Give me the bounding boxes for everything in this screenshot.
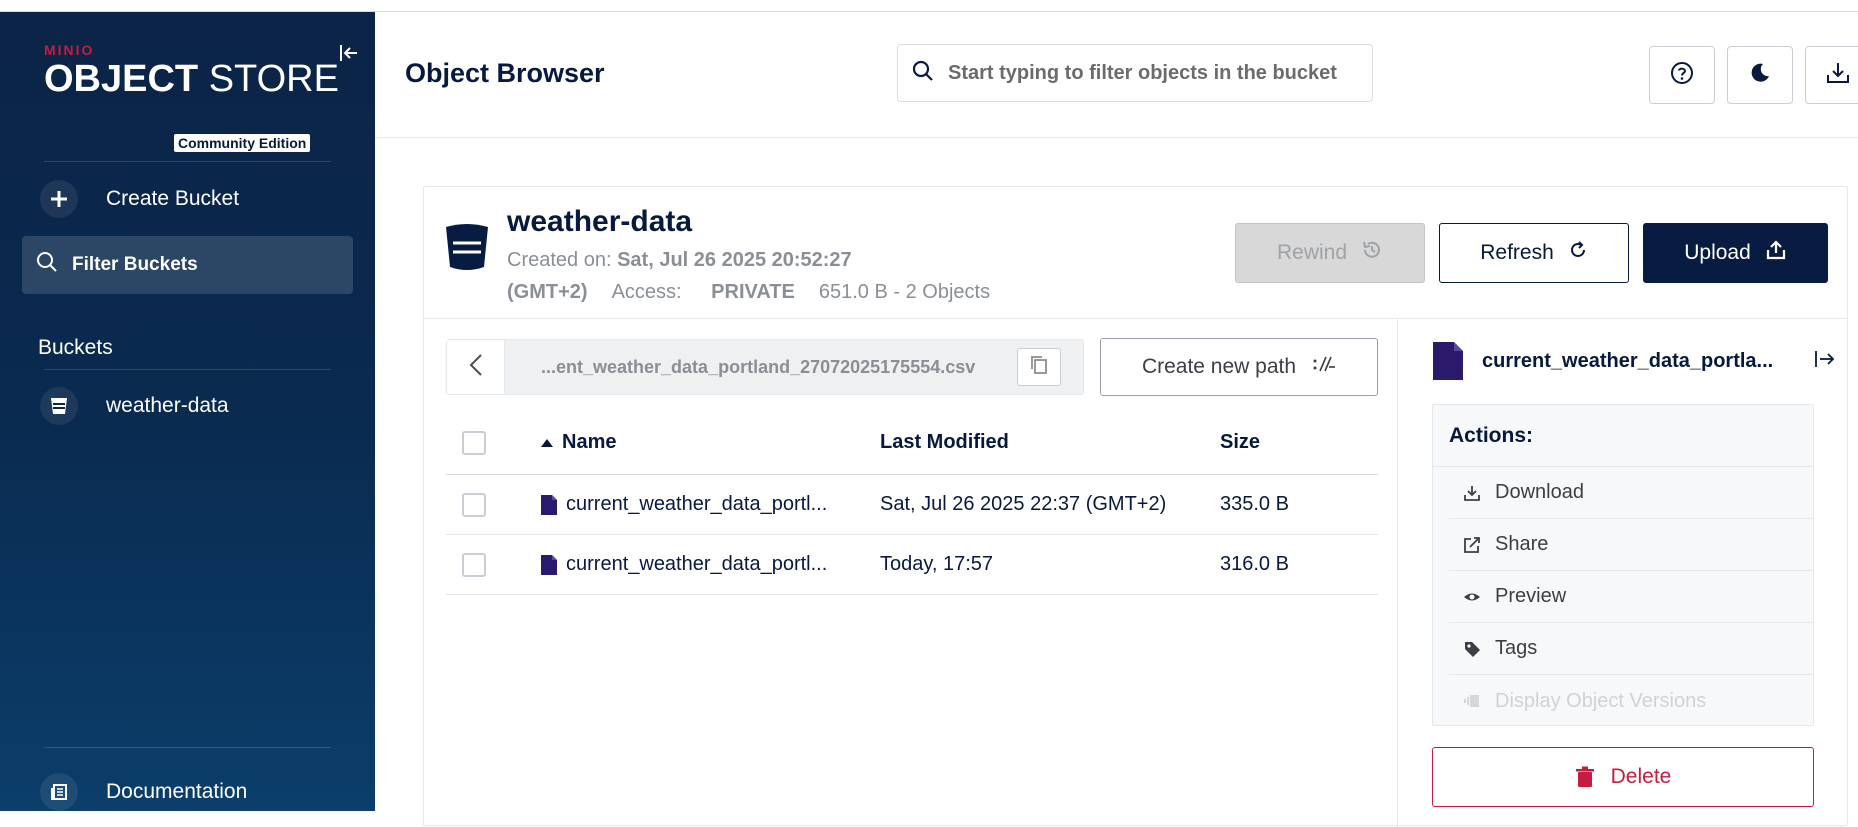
sidebar-item-documentation[interactable]: Documentation xyxy=(40,770,247,814)
download-tray-icon xyxy=(1825,60,1851,91)
file-icon xyxy=(541,494,557,515)
table-row[interactable]: current_weather_data_portl... Today, 17:… xyxy=(446,535,1378,595)
refresh-icon xyxy=(1568,240,1588,266)
object-details-title: current_weather_data_portla... xyxy=(1432,341,1773,381)
chevron-left-icon xyxy=(469,353,483,382)
tag-icon xyxy=(1465,641,1480,657)
object-search[interactable] xyxy=(897,44,1373,102)
object-details-panel: current_weather_data_portla... Actions: … xyxy=(1397,319,1849,827)
bucket-header: weather-data Created on: Sat, Jul 26 202… xyxy=(424,187,1847,319)
actions-box: Actions: Download Share Preview Tags Dis… xyxy=(1432,404,1814,726)
sidebar-divider xyxy=(44,747,331,748)
actions-heading: Actions: xyxy=(1433,405,1813,467)
close-details-icon[interactable] xyxy=(1814,349,1836,374)
sidebar-divider xyxy=(44,161,331,162)
object-size: 316.0 B xyxy=(1220,553,1289,575)
refresh-button[interactable]: Refresh xyxy=(1439,223,1629,283)
brand-logo: MINIO OBJECT STORE Community Edition xyxy=(44,42,339,152)
tags-action[interactable]: Tags xyxy=(1449,623,1813,675)
back-button[interactable] xyxy=(447,340,505,394)
current-path: ...ent_weather_data_portland_27072025175… xyxy=(505,340,1083,394)
brand-edition: Community Edition xyxy=(174,134,311,152)
collapse-sidebar-icon[interactable] xyxy=(338,42,360,64)
buckets-heading: Buckets xyxy=(38,336,113,359)
bucket-usage: 651.0 B - 2 Objects xyxy=(818,281,991,303)
plus-icon xyxy=(40,180,78,218)
upload-label: Upload xyxy=(1684,241,1751,264)
sidebar-item-weather-data[interactable]: weather-data xyxy=(40,384,229,428)
object-modified: Today, 17:57 xyxy=(880,553,994,575)
header: Object Browser xyxy=(375,12,1858,138)
search-icon xyxy=(36,251,58,279)
help-button[interactable] xyxy=(1649,46,1715,104)
versions-icon xyxy=(1464,695,1479,707)
filter-buckets-input[interactable]: Filter Buckets xyxy=(22,236,353,294)
page-title: Object Browser xyxy=(405,58,605,88)
document-icon xyxy=(40,773,78,811)
bucket-icon xyxy=(444,223,490,276)
top-strip xyxy=(0,0,1858,12)
search-input[interactable] xyxy=(948,61,1348,85)
file-icon xyxy=(1433,342,1463,380)
sort-asc-icon xyxy=(541,438,553,447)
access-value: PRIVATE xyxy=(711,281,795,303)
preview-action[interactable]: Preview xyxy=(1449,571,1813,623)
upload-icon xyxy=(1765,239,1787,267)
display-versions-action[interactable]: Display Object Versions xyxy=(1449,675,1813,727)
brand-minio: MINIO xyxy=(44,42,95,58)
new-folder-path-icon xyxy=(1312,355,1336,379)
eye-icon xyxy=(1464,593,1480,600)
sidebar-item-label: Documentation xyxy=(106,780,248,803)
object-modified: Sat, Jul 26 2025 22:37 (GMT+2) xyxy=(880,493,1167,515)
copy-icon xyxy=(1030,355,1048,380)
sidebar-divider xyxy=(44,369,331,370)
upload-button[interactable]: Upload xyxy=(1643,223,1828,283)
bucket-panel: weather-data Created on: Sat, Jul 26 202… xyxy=(423,186,1849,827)
table-row[interactable]: current_weather_data_portl... Sat, Jul 2… xyxy=(446,475,1378,535)
rewind-label: Rewind xyxy=(1276,241,1348,264)
theme-toggle-button[interactable] xyxy=(1727,46,1793,104)
access-label: Access: xyxy=(611,281,682,303)
downloads-button[interactable] xyxy=(1805,46,1858,104)
brand-object-store: OBJECT STORE xyxy=(44,58,339,100)
create-bucket-label: Create Bucket xyxy=(106,187,240,210)
moon-icon xyxy=(1748,61,1772,90)
row-checkbox[interactable] xyxy=(462,552,486,577)
select-all-checkbox[interactable] xyxy=(462,430,486,455)
column-name[interactable]: Name xyxy=(540,431,616,454)
bucket-timezone: (GMT+2) xyxy=(507,281,588,303)
create-new-path-label: Create new path xyxy=(1141,355,1297,378)
share-action[interactable]: Share xyxy=(1449,519,1813,571)
row-checkbox[interactable] xyxy=(462,492,486,517)
download-action[interactable]: Download xyxy=(1449,467,1813,519)
bucket-name: weather-data xyxy=(507,205,693,238)
file-icon xyxy=(541,554,557,575)
object-name: current_weather_data_portl... xyxy=(540,553,827,576)
bucket-created: Created on: Sat, Jul 26 2025 20:52:27 xyxy=(507,249,852,271)
download-icon xyxy=(1464,485,1480,501)
trash-icon xyxy=(1575,766,1594,787)
delete-button[interactable]: Delete xyxy=(1432,747,1814,807)
bucket-icon xyxy=(40,387,78,425)
sidebar: MINIO OBJECT STORE Community Edition Cre… xyxy=(0,12,375,811)
object-name: current_weather_data_portl... xyxy=(540,493,827,516)
objects-table: Name Last Modified Size current_weather_… xyxy=(446,411,1378,595)
filter-buckets-placeholder: Filter Buckets xyxy=(72,254,198,275)
search-icon xyxy=(912,60,934,87)
sidebar-item-label: weather-data xyxy=(106,394,229,417)
create-bucket-button[interactable]: Create Bucket xyxy=(40,177,239,221)
bucket-meta: (GMT+2) Access: PRIVATE 651.0 B - 2 Object… xyxy=(507,281,1014,304)
history-icon xyxy=(1361,239,1383,267)
column-last-modified[interactable]: Last Modified xyxy=(880,431,1009,454)
copy-path-button[interactable] xyxy=(1017,348,1061,386)
rewind-button[interactable]: Rewind xyxy=(1235,223,1425,283)
share-icon xyxy=(1464,536,1480,553)
column-size[interactable]: Size xyxy=(1220,431,1260,454)
breadcrumb: ...ent_weather_data_portland_27072025175… xyxy=(446,339,1084,395)
object-size: 335.0 B xyxy=(1220,493,1289,515)
create-new-path-button[interactable]: Create new path xyxy=(1100,338,1378,396)
refresh-label: Refresh xyxy=(1480,241,1554,264)
table-header: Name Last Modified Size xyxy=(446,411,1378,475)
help-icon xyxy=(1670,61,1694,90)
